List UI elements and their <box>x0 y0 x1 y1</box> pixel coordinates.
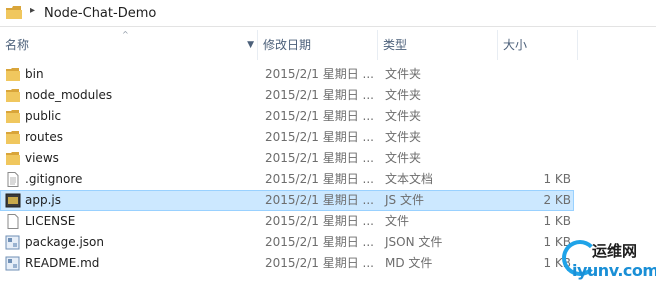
file-date: 2015/2/1 星期日 ... <box>265 88 374 102</box>
script-file-icon <box>5 193 21 208</box>
breadcrumb-separator[interactable]: ▸ <box>30 5 35 16</box>
file-row[interactable]: bin 2015/2/1 星期日 ... 文件夹 <box>0 64 574 85</box>
file-type: 文件夹 <box>385 130 422 144</box>
file-size: 1 KB <box>543 214 571 228</box>
folder-icon <box>6 110 20 123</box>
file-date: 2015/2/1 星期日 ... <box>265 235 374 249</box>
file-type: JSON 文件 <box>385 235 443 249</box>
file-size <box>505 106 571 127</box>
file-date: 2015/2/1 星期日 ... <box>265 130 374 144</box>
column-header-date[interactable]: 修改日期 <box>258 30 378 60</box>
file-type: 文件夹 <box>385 109 422 123</box>
folder-icon <box>6 68 20 81</box>
json-file-icon <box>5 256 20 271</box>
file-date: 2015/2/1 星期日 ... <box>265 172 374 186</box>
breadcrumb-current-folder[interactable]: Node-Chat-Demo <box>44 6 156 21</box>
file-row[interactable]: views 2015/2/1 星期日 ... 文件夹 <box>0 148 574 169</box>
folder-icon <box>6 89 20 102</box>
file-name: package.json <box>25 235 105 249</box>
file-row[interactable]: package.json 2015/2/1 星期日 ... JSON 文件 1 … <box>0 232 574 253</box>
column-header-type[interactable]: 类型 <box>378 30 498 60</box>
chevron-down-icon[interactable]: ▼ <box>247 30 254 60</box>
file-name: bin <box>25 67 44 81</box>
file-type: JS 文件 <box>385 193 424 207</box>
json-file-icon <box>5 235 20 250</box>
watermark-logo: 运维网 iyunv.com <box>556 232 656 288</box>
file-size <box>505 64 571 85</box>
column-header-size[interactable]: 大小 <box>498 30 578 60</box>
file-type: MD 文件 <box>385 256 433 270</box>
file-name: public <box>25 109 62 123</box>
file-date: 2015/2/1 星期日 ... <box>265 214 374 228</box>
file-row-selected[interactable]: app.js 2015/2/1 星期日 ... JS 文件 2 KB <box>0 190 574 211</box>
file-date: 2015/2/1 星期日 ... <box>265 151 374 165</box>
file-size <box>505 85 571 106</box>
column-header-size-label: 大小 <box>503 38 528 52</box>
file-date: 2015/2/1 星期日 ... <box>265 109 374 123</box>
folder-icon <box>6 6 22 19</box>
file-type: 文件夹 <box>385 88 422 102</box>
watermark-title: 运维网 <box>592 242 638 260</box>
watermark-domain: iyunv.com <box>572 261 656 280</box>
sort-ascending-icon: ^ <box>122 30 129 39</box>
file-size <box>505 148 571 169</box>
column-header-row: 名称 ^ ▼ 修改日期 类型 大小 <box>0 30 656 60</box>
file-row[interactable]: .gitignore 2015/2/1 星期日 ... 文本文档 1 KB <box>0 169 574 190</box>
file-date: 2015/2/1 星期日 ... <box>265 67 374 81</box>
file-name: node_modules <box>25 88 113 102</box>
file-date: 2015/2/1 星期日 ... <box>265 193 374 207</box>
blank-file-icon <box>7 214 19 229</box>
file-name: routes <box>25 130 63 144</box>
file-name: README.md <box>25 256 100 270</box>
file-size <box>505 127 571 148</box>
file-size: 1 KB <box>543 172 571 186</box>
column-header-type-label: 类型 <box>383 38 408 52</box>
address-bar[interactable]: ▸ Node-Chat-Demo <box>0 0 656 27</box>
file-name: LICENSE <box>25 214 76 228</box>
folder-icon <box>6 131 20 144</box>
file-row[interactable]: public 2015/2/1 星期日 ... 文件夹 <box>0 106 574 127</box>
column-header-name[interactable]: 名称 ^ ▼ <box>0 30 258 60</box>
file-size: 2 KB <box>543 193 571 207</box>
file-row[interactable]: LICENSE 2015/2/1 星期日 ... 文件 1 KB <box>0 211 574 232</box>
file-type: 文件 <box>385 214 410 228</box>
file-type: 文件夹 <box>385 67 422 81</box>
file-type: 文件夹 <box>385 151 422 165</box>
column-header-date-label: 修改日期 <box>263 38 312 52</box>
text-file-icon <box>7 172 19 187</box>
file-row[interactable]: README.md 2015/2/1 星期日 ... MD 文件 1 KB <box>0 253 574 274</box>
file-type: 文本文档 <box>385 172 434 186</box>
file-name: app.js <box>25 193 61 207</box>
file-date: 2015/2/1 星期日 ... <box>265 256 374 270</box>
folder-icon <box>6 152 20 165</box>
file-name: views <box>25 151 59 165</box>
file-name: .gitignore <box>25 172 83 186</box>
column-header-name-label: 名称 <box>5 38 30 52</box>
file-row[interactable]: node_modules 2015/2/1 星期日 ... 文件夹 <box>0 85 574 106</box>
file-row[interactable]: routes 2015/2/1 星期日 ... 文件夹 <box>0 127 574 148</box>
